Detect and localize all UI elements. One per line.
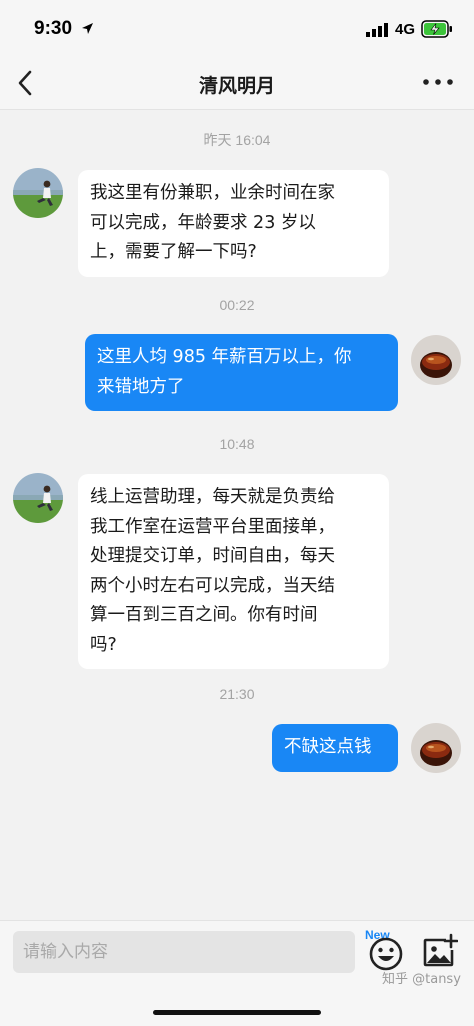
outgoing-message[interactable]: 不缺这点钱 <box>272 724 398 772</box>
message-line: 线上运营助理，每天就是负责给 <box>90 487 335 507</box>
message-timestamp: 21:30 <box>219 686 255 702</box>
self-avatar-image <box>411 723 461 773</box>
message-line: 处理提交订单，时间自由，每天 <box>90 546 335 566</box>
message-input[interactable] <box>13 931 355 973</box>
status-time: 9:30 <box>34 18 73 39</box>
watermark: 知乎 @tansy <box>382 972 461 987</box>
signal-icon <box>366 23 388 37</box>
contact-avatar[interactable] <box>13 473 63 523</box>
contact-avatar-image <box>13 473 63 523</box>
emoji-icon[interactable] <box>368 935 404 971</box>
message-line: 我这里有份兼职，业余时间在家 <box>90 183 335 203</box>
message-line: 吗? <box>90 634 117 655</box>
status-bar: 9:30 4G <box>0 0 474 58</box>
chat-area[interactable]: 昨天 16:04 我这里有份兼职，业余时间在家 可以完成，年龄要求 23 岁以 … <box>0 110 474 920</box>
location-arrow-icon <box>82 23 93 34</box>
add-image-icon[interactable] <box>422 933 458 969</box>
more-dots-icon[interactable] <box>422 76 454 88</box>
incoming-message[interactable]: 我这里有份兼职，业余时间在家 可以完成，年龄要求 23 岁以 上，需要了解一下吗… <box>78 170 389 277</box>
message-timestamp: 00:22 <box>219 297 255 313</box>
message-line: 可以完成，年龄要求 23 岁以 <box>90 212 316 233</box>
message-line: 我工作室在运营平台里面接单， <box>90 516 335 537</box>
battery-charging-icon <box>421 20 452 38</box>
home-indicator[interactable] <box>153 1010 321 1015</box>
message-line: 不缺这点钱 <box>284 737 372 757</box>
incoming-message[interactable]: 线上运营助理，每天就是负责给 我工作室在运营平台里面接单， 处理提交订单，时间自… <box>78 474 389 669</box>
message-timestamp: 昨天 16:04 <box>203 132 271 148</box>
message-timestamp: 10:48 <box>219 436 255 452</box>
message-line: 算一百到三百之间。你有时间 <box>90 605 318 625</box>
message-line: 这里人均 985 年薪百万以上，你 <box>97 347 352 367</box>
self-avatar[interactable] <box>411 723 461 773</box>
self-avatar-image <box>411 335 461 385</box>
chat-title: 清风明月 <box>198 75 275 97</box>
network-label: 4G <box>395 21 416 38</box>
contact-avatar-image <box>13 168 63 218</box>
message-line: 两个小时左右可以完成，当天结 <box>90 575 335 596</box>
navigation-bar: 清风明月 <box>0 58 474 110</box>
message-line: 上，需要了解一下吗? <box>90 242 257 262</box>
contact-avatar[interactable] <box>13 168 63 218</box>
message-line: 来错地方了 <box>97 376 185 397</box>
outgoing-message[interactable]: 这里人均 985 年薪百万以上，你 来错地方了 <box>85 334 398 411</box>
self-avatar[interactable] <box>411 335 461 385</box>
